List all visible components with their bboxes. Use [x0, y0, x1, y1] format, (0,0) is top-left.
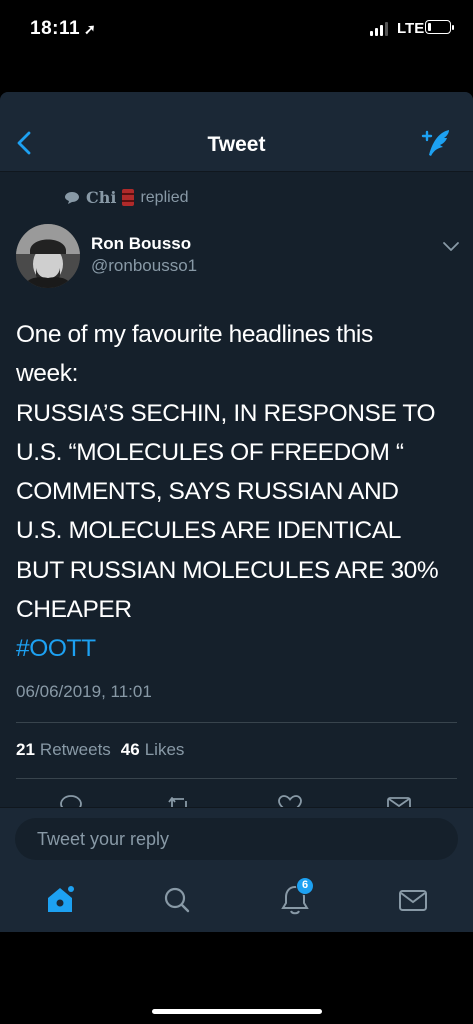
tweet-line: CHEAPER — [16, 596, 132, 624]
divider — [16, 778, 457, 779]
like-label: Likes — [144, 740, 185, 759]
speech-bubble-icon — [65, 191, 79, 204]
context-action: replied — [140, 188, 189, 206]
notifications-tab[interactable]: 6 — [278, 877, 314, 917]
oil-barrel-emoji — [122, 189, 135, 206]
reply-bar — [0, 807, 473, 869]
reply-input[interactable] — [15, 818, 458, 860]
home-indicator[interactable] — [152, 1009, 322, 1014]
tweet-line: BUT RUSSIAN MOLECULES ARE 30% — [16, 556, 439, 584]
compose-button[interactable] — [418, 128, 454, 158]
author-name[interactable]: Ron Bousso — [91, 234, 191, 254]
like-count: 46 — [120, 740, 140, 759]
tweet-line: One of my favourite headlines this — [16, 321, 373, 348]
network-type: LTE — [397, 20, 425, 37]
hashtag-link[interactable]: #OOTT — [16, 629, 461, 668]
home-tab-icon[interactable] — [43, 883, 77, 917]
engagement-stats: 21 Retweets 46 Likes — [16, 740, 184, 760]
search-tab-icon[interactable] — [160, 883, 194, 917]
signal-strength-icon — [370, 22, 388, 36]
author-handle[interactable]: @ronbousso1 — [91, 256, 197, 276]
location-arrow-icon: ➚ — [84, 21, 97, 37]
tweet-timestamp: 06/06/2019, 11:01 — [16, 682, 152, 701]
likes-stat[interactable]: 46 Likes — [121, 740, 185, 760]
tweet-line: RUSSIA’S SECHIN, IN RESPONSE TO — [16, 399, 436, 427]
messages-tab-icon[interactable] — [396, 883, 430, 917]
status-bar: 18:11 ➚ LTE — [0, 0, 473, 60]
tweet-line: U.S. MOLECULES ARE IDENTICAL — [16, 517, 401, 545]
reply-context: Chi replied — [64, 188, 188, 207]
retweet-label: Retweets — [39, 740, 111, 759]
navigation-bar: Tweet — [0, 92, 473, 172]
tab-bar: 6 — [0, 869, 473, 932]
retweets-stat[interactable]: 21 Retweets — [16, 740, 111, 760]
notification-badge: 6 — [296, 877, 314, 895]
battery-icon — [425, 20, 454, 34]
divider — [16, 722, 457, 723]
profile-photo — [16, 224, 80, 288]
tweet-line: COMMENTS, SAYS RUSSIAN AND — [16, 478, 399, 506]
tweet-text: One of my favourite headlines this week:… — [16, 315, 461, 669]
status-time: 18:11 ➚ — [30, 18, 97, 39]
more-options-button[interactable] — [440, 238, 462, 254]
tweet-line: week: — [16, 360, 79, 388]
tweet-line: U.S. “MOLECULES OF FREEDOM “ — [16, 438, 404, 466]
retweet-count: 21 — [16, 740, 35, 759]
context-user[interactable]: Chi — [86, 188, 116, 207]
tweet-detail-screen: Tweet Chi replied Ron Bousso @ronbousso1… — [0, 92, 473, 932]
avatar[interactable] — [16, 224, 80, 288]
page-title: Tweet — [207, 133, 266, 156]
